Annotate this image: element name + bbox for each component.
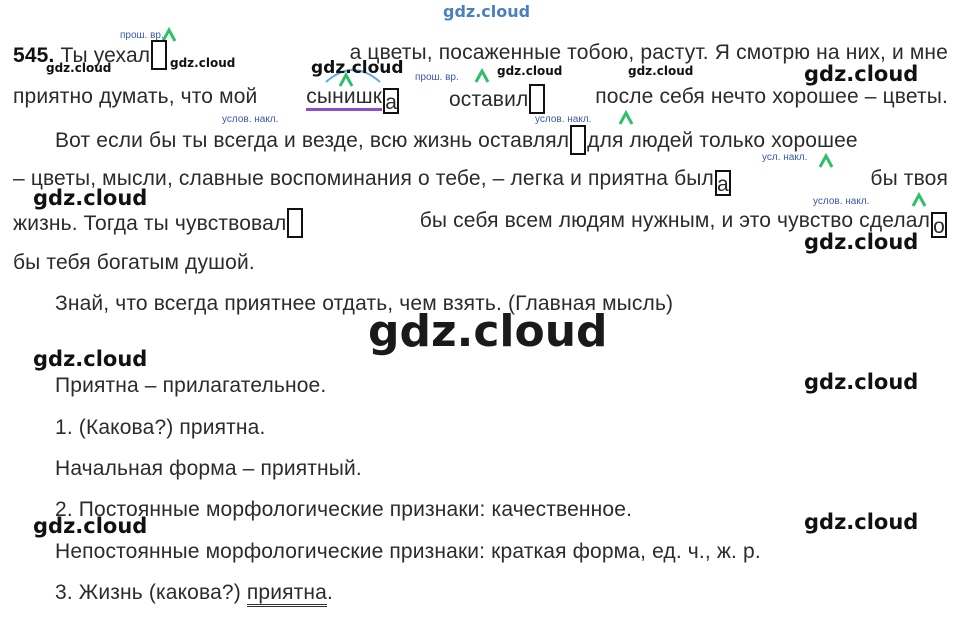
annotation-conditional: услов. накл.	[813, 196, 870, 207]
watermark: gdz.cloud	[33, 347, 148, 371]
caret-mark-icon	[474, 68, 490, 83]
watermark: gdz.cloud	[33, 186, 148, 210]
text-line-2: приятно думать, что мой сынишк а оставил …	[13, 84, 948, 114]
watermark: gdz.cloud	[497, 64, 563, 78]
suffix-underline: сынишк	[306, 85, 383, 111]
watermark-large: gdz.cloud	[368, 306, 608, 357]
watermark: gdz.cloud	[804, 510, 919, 534]
analysis-line-3: Начальная форма – приятный.	[55, 457, 362, 480]
ending-box	[529, 84, 546, 114]
analysis-line-6: 3. Жизнь (какова?) приятна.	[55, 580, 333, 607]
watermark: gdz.cloud	[311, 58, 404, 78]
ending-box	[151, 40, 168, 70]
text-line-4: – цветы, мысли, славные воспоминания о т…	[13, 167, 948, 196]
annotation-conditional: услов. накл.	[535, 114, 592, 125]
watermark-top: gdz.cloud	[443, 2, 531, 21]
text-line-6: бы тебя богатым душой.	[13, 251, 255, 274]
watermark: gdz.cloud	[170, 56, 236, 70]
watermark: gdz.cloud	[33, 514, 148, 538]
ending-box: а	[714, 170, 731, 196]
watermark: gdz.cloud	[628, 64, 694, 78]
text-line-3: Вот если бы ты всегда и везде, всю жизнь…	[55, 125, 858, 155]
ending-box	[287, 208, 304, 238]
analysis-line-5: Непостоянные морфологические признаки: к…	[55, 540, 761, 563]
ending-box: о	[931, 212, 947, 238]
watermark: gdz.cloud	[804, 62, 919, 86]
watermark: gdz.cloud	[804, 370, 919, 394]
watermark: gdz.cloud	[46, 61, 112, 75]
predicate-underline: приятна	[246, 581, 327, 607]
ending-box	[570, 125, 587, 155]
annotation-conditional: услов. накл.	[222, 114, 279, 125]
ending-box: а	[383, 88, 400, 114]
annotation-past-tense: прош. вр.	[415, 72, 459, 83]
analysis-line-1: Приятна – прилагательное.	[55, 374, 327, 397]
analysis-line-2: 1. (Какова?) приятна.	[55, 416, 266, 439]
watermark: gdz.cloud	[804, 230, 919, 254]
